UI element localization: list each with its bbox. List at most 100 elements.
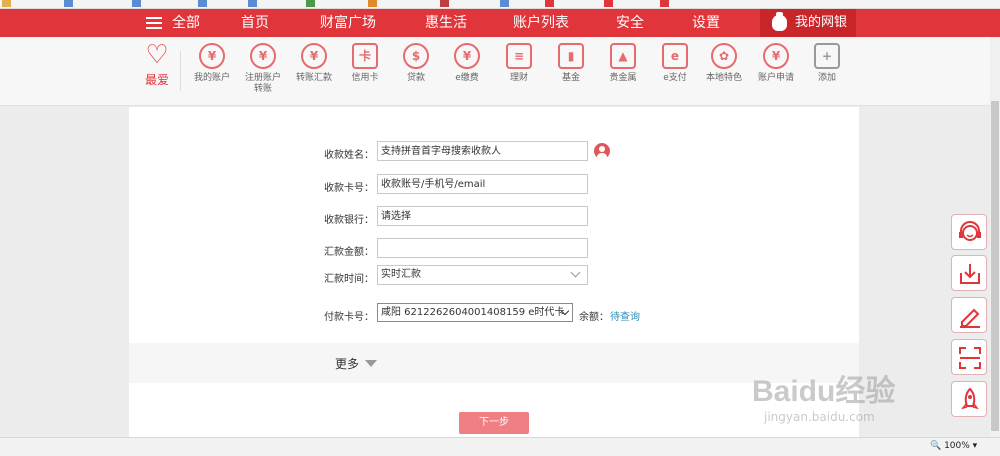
bookmark-item[interactable] xyxy=(440,0,451,8)
bookmark-item[interactable] xyxy=(198,0,209,8)
scan-icon xyxy=(959,347,981,369)
menu-precious-metal[interactable]: ▲ 贵金属 xyxy=(596,43,650,84)
watermark-brand: Baidu经验 xyxy=(752,375,896,408)
bookmark-item[interactable] xyxy=(248,0,259,8)
menu-label: 账户申请 xyxy=(757,73,794,83)
menu-label: 添加 xyxy=(817,73,836,83)
bookmark-item[interactable] xyxy=(64,0,75,8)
menu-local-features[interactable]: ✿ 本地特色 xyxy=(697,43,751,84)
menu-add[interactable]: + 添加 xyxy=(800,43,854,84)
nav-all[interactable]: 全部 xyxy=(172,9,200,37)
menu-wealth-management[interactable]: ≡ 理财 xyxy=(492,43,546,84)
water-drop-icon: ¥ xyxy=(454,43,480,69)
menu-fund[interactable]: ▮ 基金 xyxy=(544,43,598,84)
bookmark-item[interactable] xyxy=(545,0,556,8)
menu-label: e支付 xyxy=(663,73,687,83)
download-button[interactable] xyxy=(951,255,987,291)
credit-card-icon: 卡 xyxy=(352,43,378,69)
payee-contacts-icon[interactable] xyxy=(594,143,610,159)
bookmark-item[interactable] xyxy=(2,0,13,8)
menu-credit-card[interactable]: 卡 信用卡 xyxy=(338,43,392,84)
payee-name-input[interactable] xyxy=(377,141,588,161)
edit-button[interactable] xyxy=(951,297,987,333)
menu-label: 理财 xyxy=(509,73,528,83)
bookmark-icon xyxy=(248,0,257,7)
payer-card-select[interactable]: 咸阳 6212262604001408159 e时代卡 xyxy=(377,303,573,322)
menu-label: 信用卡 xyxy=(351,73,379,83)
menu-favorite[interactable]: ♡ 最爱 xyxy=(130,42,184,86)
nav-item-home[interactable]: 首页 xyxy=(241,9,269,37)
scan-button[interactable] xyxy=(951,339,987,375)
next-step-button[interactable]: 下一步 xyxy=(459,412,529,434)
triangle-down-icon[interactable] xyxy=(365,360,377,367)
menu-label: 注册账户转账 xyxy=(245,73,282,94)
film-reel-icon: ✿ xyxy=(711,43,737,69)
customer-service-button[interactable] xyxy=(951,214,987,250)
bookmark-icon xyxy=(306,0,315,7)
nav-item-life[interactable]: 惠生活 xyxy=(425,9,467,37)
money-bag-icon: $ xyxy=(403,43,429,69)
nav-item-settings[interactable]: 设置 xyxy=(692,9,720,37)
bookmark-item[interactable] xyxy=(306,0,317,8)
more-options-toggle[interactable]: 更多 xyxy=(335,355,359,372)
bookmarks-bar xyxy=(0,0,1000,9)
chevron-down-icon xyxy=(570,267,581,278)
bookmark-icon xyxy=(440,0,449,7)
bookmark-icon xyxy=(198,0,207,7)
nav-item-security[interactable]: 安全 xyxy=(616,9,644,37)
menu-account-apply[interactable]: ¥ 账户申请 xyxy=(749,43,803,84)
menu-transfer-remit[interactable]: ¥ 转账汇款 xyxy=(287,43,341,84)
zoom-control[interactable]: 🔍 100% ▾ xyxy=(930,441,977,451)
menu-label: e缴费 xyxy=(455,73,479,83)
more-options-band: 更多 xyxy=(129,343,859,383)
payer-card-label: 付款卡号： xyxy=(324,312,374,323)
bookmark-icon xyxy=(2,0,11,7)
edit-icon xyxy=(960,308,980,328)
top-nav: 全部 首页 财富广场 惠生活 账户列表 安全 设置 我的网银 xyxy=(0,9,1000,37)
zoom-level: 100% xyxy=(944,441,970,451)
bookmark-icon xyxy=(604,0,613,7)
scrollbar-thumb[interactable] xyxy=(991,101,999,431)
menu-divider xyxy=(180,51,181,91)
money-bag-icon xyxy=(772,12,787,31)
transfer-form-panel: 收款姓名： 收款卡号： 收款银行： 汇款金额： 汇款时间： 实时汇款 付款卡号：… xyxy=(129,107,859,447)
remit-time-select[interactable]: 实时汇款 xyxy=(377,265,588,285)
bookmark-item[interactable] xyxy=(500,0,511,8)
watermark-url: jingyan.baidu.com xyxy=(764,410,875,424)
menu-label: 基金 xyxy=(561,73,580,83)
menu-label: 转账汇款 xyxy=(295,73,332,83)
menu-label: 我的账户 xyxy=(193,73,230,83)
payee-bank-input[interactable] xyxy=(377,206,588,226)
customer-service-icon xyxy=(959,221,981,241)
bookmark-item[interactable] xyxy=(604,0,615,8)
bookmark-item[interactable] xyxy=(660,0,671,8)
nav-item-wealth[interactable]: 财富广场 xyxy=(320,9,376,37)
balance-label: 余额： xyxy=(579,312,609,323)
page-scrollbar[interactable] xyxy=(990,37,1000,437)
nav-item-accounts[interactable]: 账户列表 xyxy=(513,9,569,37)
balance-query-link[interactable]: 待查询 xyxy=(610,308,640,323)
bookmark-icon xyxy=(64,0,73,7)
menu-register-transfer[interactable]: ¥ 注册账户转账 xyxy=(236,43,290,95)
my-bank-label: 我的网银 xyxy=(795,15,848,30)
bookmark-icon xyxy=(545,0,554,7)
bookmark-item[interactable] xyxy=(368,0,379,8)
bar-chart-icon: ▮ xyxy=(558,43,584,69)
menu-e-pay[interactable]: e e支付 xyxy=(648,43,702,84)
menu-icon[interactable] xyxy=(146,17,162,29)
menu-e-payment[interactable]: ¥ e缴费 xyxy=(440,43,494,84)
menu-my-account[interactable]: ¥ 我的账户 xyxy=(185,43,239,84)
payee-account-input[interactable] xyxy=(377,174,588,194)
amount-input[interactable] xyxy=(377,238,588,258)
e-pay-icon: e xyxy=(662,43,688,69)
bookmark-icon xyxy=(500,0,509,7)
menu-label: 贵金属 xyxy=(609,73,637,83)
back-to-top-button[interactable] xyxy=(951,381,987,417)
baidu-watermark: Baidu经验 jingyan.baidu.com xyxy=(752,366,944,434)
payee-bank-label: 收款银行： xyxy=(324,215,374,226)
my-bank-button[interactable]: 我的网银 xyxy=(760,9,856,37)
gold-bars-icon: ▲ xyxy=(610,43,636,69)
bookmark-item[interactable] xyxy=(132,0,143,8)
menu-loan[interactable]: $ 贷款 xyxy=(389,43,443,84)
remit-time-label: 汇款时间： xyxy=(324,274,374,285)
